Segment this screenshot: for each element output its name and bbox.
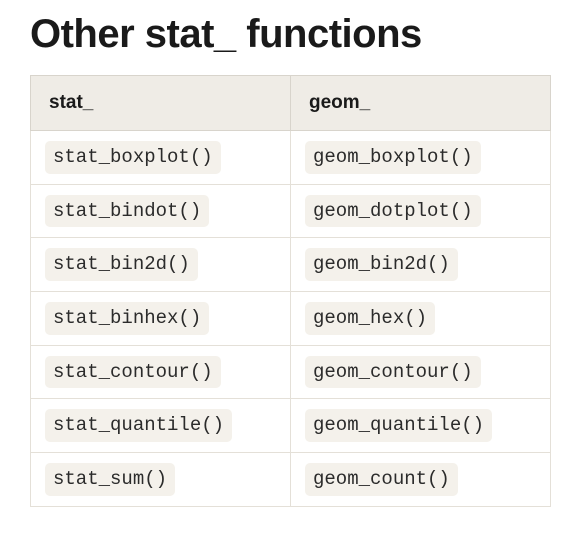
cell-geom: geom_hex() xyxy=(291,292,551,346)
cell-geom: geom_boxplot() xyxy=(291,131,551,185)
table-row: stat_bindot() geom_dotplot() xyxy=(31,184,551,238)
cell-stat: stat_bindot() xyxy=(31,184,291,238)
cell-geom: geom_dotplot() xyxy=(291,184,551,238)
cell-geom: geom_quantile() xyxy=(291,399,551,453)
cell-stat: stat_binhex() xyxy=(31,292,291,346)
code-stat: stat_binhex() xyxy=(45,302,209,335)
header-stat: stat_ xyxy=(31,76,291,131)
code-stat: stat_boxplot() xyxy=(45,141,221,174)
header-geom: geom_ xyxy=(291,76,551,131)
table-row: stat_bin2d() geom_bin2d() xyxy=(31,238,551,292)
cell-geom: geom_contour() xyxy=(291,345,551,399)
cell-stat: stat_sum() xyxy=(31,453,291,507)
cell-geom: geom_bin2d() xyxy=(291,238,551,292)
code-geom: geom_dotplot() xyxy=(305,195,481,228)
table-row: stat_binhex() geom_hex() xyxy=(31,292,551,346)
page-title: Other stat_ functions xyxy=(30,12,551,57)
code-geom: geom_quantile() xyxy=(305,409,492,442)
code-geom: geom_hex() xyxy=(305,302,435,335)
code-stat: stat_bin2d() xyxy=(45,248,198,281)
code-stat: stat_contour() xyxy=(45,356,221,389)
code-geom: geom_boxplot() xyxy=(305,141,481,174)
code-stat: stat_quantile() xyxy=(45,409,232,442)
code-stat: stat_sum() xyxy=(45,463,175,496)
table-row: stat_sum() geom_count() xyxy=(31,453,551,507)
code-geom: geom_count() xyxy=(305,463,458,496)
cell-stat: stat_boxplot() xyxy=(31,131,291,185)
cell-stat: stat_bin2d() xyxy=(31,238,291,292)
cell-stat: stat_contour() xyxy=(31,345,291,399)
table-row: stat_quantile() geom_quantile() xyxy=(31,399,551,453)
table-header-row: stat_ geom_ xyxy=(31,76,551,131)
code-geom: geom_contour() xyxy=(305,356,481,389)
cell-stat: stat_quantile() xyxy=(31,399,291,453)
functions-table: stat_ geom_ stat_boxplot() geom_boxplot(… xyxy=(30,75,551,507)
table-row: stat_contour() geom_contour() xyxy=(31,345,551,399)
table-row: stat_boxplot() geom_boxplot() xyxy=(31,131,551,185)
cell-geom: geom_count() xyxy=(291,453,551,507)
code-geom: geom_bin2d() xyxy=(305,248,458,281)
code-stat: stat_bindot() xyxy=(45,195,209,228)
